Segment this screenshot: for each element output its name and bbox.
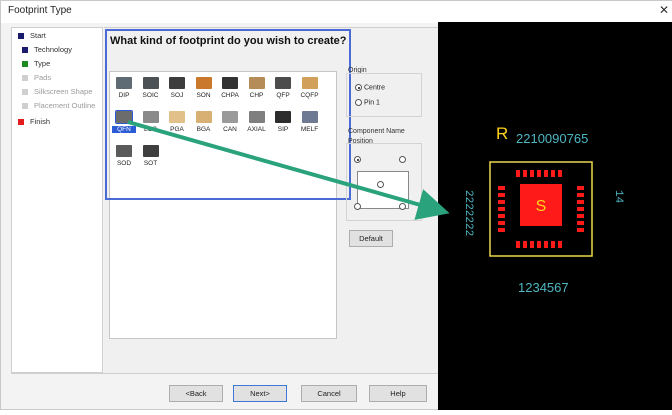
- pad: [537, 241, 541, 248]
- wizard-step-label: Type: [34, 59, 51, 68]
- wizard-step-start: Start: [18, 31, 46, 40]
- origin-pin1-label: Pin 1: [364, 99, 380, 107]
- pad: [551, 241, 555, 248]
- pad: [551, 170, 555, 177]
- pad: [537, 170, 541, 177]
- back-button[interactable]: <Back: [169, 385, 223, 402]
- radio-unchecked-icon: [377, 181, 384, 188]
- help-button[interactable]: Help: [369, 385, 427, 402]
- pad: [577, 186, 584, 190]
- pad: [498, 207, 505, 211]
- title-bar: Footprint Type ✕: [1, 1, 672, 23]
- wizard-step-label: Finish: [30, 117, 51, 126]
- next-button[interactable]: Next>: [233, 385, 287, 402]
- position-bottom-right-radio[interactable]: [399, 203, 408, 210]
- pad: [577, 193, 584, 197]
- step-marker-icon: [18, 33, 24, 40]
- origin-group: [346, 73, 422, 117]
- pad: [577, 221, 584, 225]
- pad: [516, 170, 520, 177]
- step-marker-icon: [22, 103, 28, 110]
- footprint-preview-drawing: R 2210090765 S 2222222 14 1234567: [462, 124, 624, 295]
- default-button[interactable]: Default: [349, 230, 393, 247]
- pad: [558, 241, 562, 248]
- step-marker-icon: [22, 47, 28, 54]
- wizard-steps-panel: Start Technology Type Pads Silkscreen Shape P…: [11, 27, 103, 373]
- pad: [530, 170, 534, 177]
- designator-text: R: [496, 124, 508, 143]
- wizard-step-finish: Finish: [18, 117, 50, 126]
- pad: [498, 221, 505, 225]
- left-pin-numbers: 2222222: [462, 190, 474, 236]
- footprint-preview-canvas: R 2210090765 S 2222222 14 1234567: [438, 22, 672, 410]
- radio-unchecked-icon: [399, 156, 406, 163]
- pad: [577, 207, 584, 211]
- pad: [498, 214, 505, 218]
- radio-unchecked-icon: [399, 203, 406, 210]
- window-title: Footprint Type: [8, 5, 72, 16]
- pad: [498, 186, 505, 190]
- radio-unchecked-icon: [354, 203, 361, 210]
- origin-centre-label: Centre: [364, 84, 386, 92]
- position-top-left-radio[interactable]: [354, 156, 363, 163]
- wizard-step-technology: Technology: [22, 45, 72, 54]
- right-pin-numbers: 14: [612, 190, 624, 204]
- pad: [523, 241, 527, 248]
- wizard-step-label: Placement Outline: [34, 101, 96, 110]
- position-centre-radio[interactable]: [377, 181, 386, 188]
- pad: [577, 214, 584, 218]
- top-pin-numbers: 2210090765: [516, 131, 588, 146]
- wizard-step-label: Technology: [34, 45, 72, 54]
- pad: [577, 228, 584, 232]
- pad: [544, 170, 548, 177]
- wizard-step-label: Pads: [34, 73, 52, 82]
- position-top-right-radio[interactable]: [399, 156, 408, 163]
- pad: [530, 241, 534, 248]
- wizard-step-label: Silkscreen Shape: [34, 87, 93, 96]
- radio-checked-icon: [354, 156, 361, 163]
- wizard-step-placement-outline: Placement Outline: [22, 101, 95, 110]
- cancel-button[interactable]: Cancel: [301, 385, 357, 402]
- radio-unchecked-icon: [355, 99, 362, 106]
- pad: [498, 228, 505, 232]
- radio-checked-icon: [355, 84, 362, 91]
- wizard-step-pads: Pads: [22, 73, 51, 82]
- step-marker-icon: [18, 119, 24, 126]
- close-icon[interactable]: ✕: [659, 3, 669, 17]
- pad: [577, 200, 584, 204]
- pad: [544, 241, 548, 248]
- wizard-step-type: Type: [22, 59, 50, 68]
- wizard-step-silkscreen-shape: Silkscreen Shape: [22, 87, 92, 96]
- wizard-step-label: Start: [30, 31, 46, 40]
- center-pad-label: S: [536, 198, 547, 215]
- step-marker-icon: [22, 89, 28, 96]
- step-marker-icon: [22, 61, 28, 68]
- origin-pin1-radio[interactable]: Pin 1: [355, 99, 380, 106]
- pad: [498, 200, 505, 204]
- pad: [516, 241, 520, 248]
- position-bottom-left-radio[interactable]: [354, 203, 363, 210]
- origin-centre-radio[interactable]: Centre: [355, 84, 385, 91]
- pad: [498, 193, 505, 197]
- pad: [558, 170, 562, 177]
- bottom-pin-numbers: 1234567: [518, 280, 569, 295]
- step-marker-icon: [22, 75, 28, 82]
- pad: [523, 170, 527, 177]
- highlight-box: [105, 29, 351, 200]
